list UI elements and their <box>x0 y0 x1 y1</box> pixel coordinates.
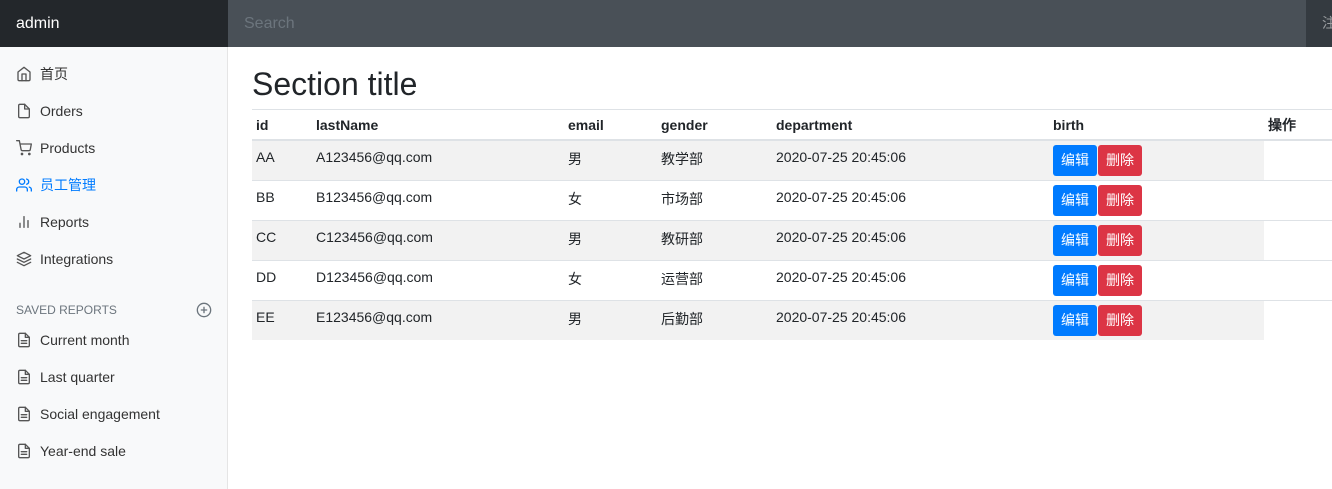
sidebar-item-products[interactable]: Products <box>0 129 227 166</box>
saved-reports-heading: SAVED REPORTS <box>16 302 212 318</box>
cell-email: 男 <box>564 140 657 180</box>
cell-department: 2020-07-25 20:45:06 <box>776 268 906 285</box>
cell-lastname: A123456@qq.com <box>312 140 564 180</box>
table-row: BB B123456@qq.com 女 市场部 2020-07-25 20:45… <box>252 180 1332 220</box>
edit-button[interactable]: 编辑 <box>1053 184 1097 216</box>
saved-report-label: Current month <box>40 331 130 348</box>
cell-lastname: D123456@qq.com <box>316 268 433 285</box>
table-row: AA A123456@qq.com 男 教学部 2020-07-25 20:45… <box>252 140 1332 180</box>
cell-department: 2020-07-25 20:45:06 <box>776 188 906 205</box>
layers-icon <box>16 251 32 266</box>
sidebar-item-integrations[interactable]: Integrations <box>0 240 227 277</box>
users-icon <box>16 177 32 192</box>
cell-id: AA <box>252 140 312 180</box>
saved-reports-title: SAVED REPORTS <box>16 303 117 317</box>
cell-birth: 编辑 删除 <box>1049 220 1264 260</box>
cell-gender: 市场部 <box>661 190 703 207</box>
shopping-cart-icon <box>16 139 32 155</box>
sidebar-item-label: Products <box>40 139 96 156</box>
edit-button[interactable]: 编辑 <box>1053 304 1097 336</box>
cell-email: 男 <box>564 300 657 340</box>
cell-actions <box>1264 220 1332 260</box>
employee-table: id lastName email gender department birt… <box>252 110 1332 340</box>
sidebar-item-employees[interactable]: 员工管理 <box>0 166 227 203</box>
column-header-gender: gender <box>657 110 772 141</box>
cell-gender: 后勤部 <box>657 300 772 340</box>
cell-department: 2020-07-25 20:45:06 <box>772 300 1049 340</box>
sidebar-item-reports[interactable]: Reports <box>0 203 227 240</box>
delete-button[interactable]: 删除 <box>1098 264 1142 296</box>
saved-report-label: Last quarter <box>40 368 115 385</box>
signout-link[interactable]: 注 <box>1306 0 1332 47</box>
delete-button[interactable]: 删除 <box>1098 304 1142 336</box>
delete-button[interactable]: 删除 <box>1098 224 1142 256</box>
cell-birth: 编辑 删除 <box>1049 300 1264 340</box>
file-icon <box>18 103 30 118</box>
cell-email: 男 <box>564 220 657 260</box>
saved-report-current-month[interactable]: Current month <box>0 321 227 358</box>
saved-report-year-end-sale[interactable]: Year-end sale <box>0 432 227 469</box>
column-header-birth: birth <box>1049 110 1264 141</box>
column-header-lastname: lastName <box>312 110 564 141</box>
cell-email: 女 <box>568 270 582 287</box>
cell-lastname: C123456@qq.com <box>312 220 564 260</box>
cell-department: 2020-07-25 20:45:06 <box>772 140 1049 180</box>
column-header-department: department <box>772 110 1049 141</box>
table-row: CC C123456@qq.com 男 教研部 2020-07-25 20:45… <box>252 220 1332 260</box>
home-icon <box>17 66 31 81</box>
sidebar-item-home[interactable]: 首页 <box>0 55 227 92</box>
sidebar-item-label: Integrations <box>40 250 114 267</box>
page-title: Section title <box>252 66 418 102</box>
file-text-icon <box>18 332 30 347</box>
cell-id: CC <box>252 220 312 260</box>
edit-button[interactable]: 编辑 <box>1053 224 1097 256</box>
edit-button[interactable]: 编辑 <box>1053 264 1097 296</box>
column-header-id: id <box>252 110 312 141</box>
saved-report-label: Social engagement <box>40 405 160 422</box>
table-row: DD D123456@qq.com 女 运营部 2020-07-25 20:45… <box>252 260 1332 300</box>
cell-birth: 编辑 删除 <box>1049 180 1264 220</box>
table-row: EE E123456@qq.com 男 后勤部 2020-07-25 20:45… <box>252 300 1332 340</box>
cell-actions <box>1264 260 1332 300</box>
search-input[interactable] <box>228 0 1306 47</box>
cell-actions <box>1264 300 1332 340</box>
column-header-actions: 操作 <box>1264 110 1332 141</box>
file-text-icon <box>18 443 30 458</box>
cell-department: 2020-07-25 20:45:06 <box>772 220 1049 260</box>
cell-email: 女 <box>568 190 582 207</box>
sidebar-item-label: Reports <box>40 213 90 230</box>
saved-report-label: Year-end sale <box>40 442 126 459</box>
main-content: Section title id lastName email gender d… <box>228 47 1332 489</box>
table-header-row: id lastName email gender department birt… <box>252 110 1332 141</box>
sidebar-item-label: 员工管理 <box>40 176 96 193</box>
saved-report-social-engagement[interactable]: Social engagement <box>0 395 227 432</box>
cell-id: DD <box>256 268 277 285</box>
sidebar-item-label: 首页 <box>40 65 68 82</box>
delete-button[interactable]: 删除 <box>1098 184 1142 216</box>
top-navbar: admin 注 <box>0 0 1332 47</box>
cell-gender: 教研部 <box>657 220 772 260</box>
cell-gender: 教学部 <box>657 140 772 180</box>
cell-actions <box>1264 140 1332 180</box>
brand-link[interactable]: admin <box>0 0 228 47</box>
column-header-email: email <box>564 110 657 141</box>
cell-gender: 运营部 <box>661 270 703 287</box>
cell-id: BB <box>256 188 275 205</box>
cell-lastname: E123456@qq.com <box>312 300 564 340</box>
cell-birth: 编辑 删除 <box>1049 140 1264 180</box>
delete-button[interactable]: 删除 <box>1098 145 1142 176</box>
edit-button[interactable]: 编辑 <box>1053 145 1097 176</box>
sidebar-item-orders[interactable]: Orders <box>0 92 227 129</box>
file-text-icon <box>18 406 30 421</box>
bar-chart-icon <box>19 215 29 228</box>
file-text-icon <box>18 369 30 384</box>
saved-report-last-quarter[interactable]: Last quarter <box>0 358 227 395</box>
sidebar-item-label: Orders <box>40 102 83 119</box>
cell-actions <box>1264 180 1332 220</box>
cell-lastname: B123456@qq.com <box>316 188 433 205</box>
cell-id: EE <box>252 300 312 340</box>
plus-circle-icon[interactable] <box>196 302 212 318</box>
cell-birth: 编辑 删除 <box>1049 260 1264 300</box>
sidebar: 首页 Orders Products 员工管理 Reports Integrat… <box>0 47 228 489</box>
